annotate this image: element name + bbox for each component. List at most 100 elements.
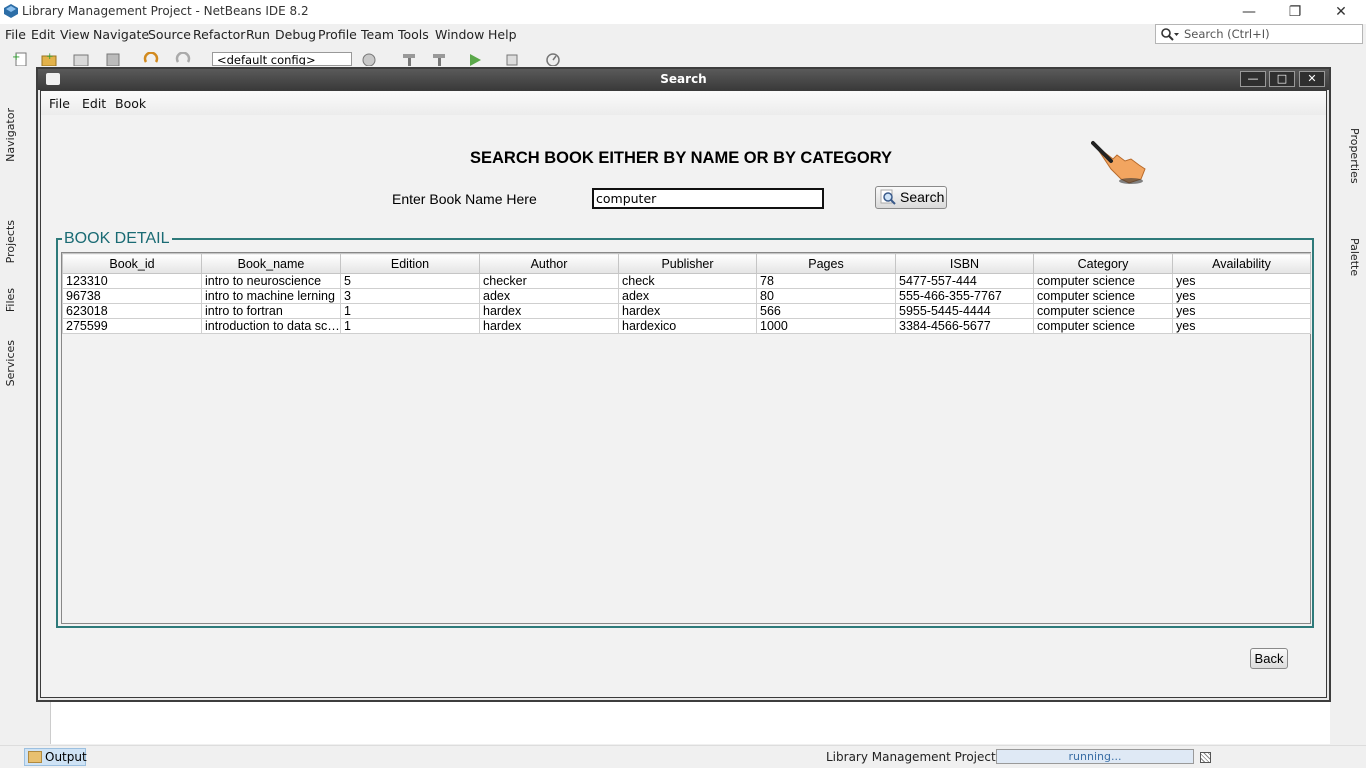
menu-run[interactable]: Run xyxy=(246,27,270,42)
table-cell[interactable]: adex xyxy=(618,288,757,304)
column-header[interactable]: Availability xyxy=(1172,253,1311,274)
table-cell[interactable]: 1 xyxy=(340,318,480,334)
menu-source[interactable]: Source xyxy=(148,27,191,42)
table-cell[interactable]: checker xyxy=(479,273,619,289)
table-cell[interactable]: introduction to data sci... xyxy=(201,318,341,334)
restore-button[interactable]: ❐ xyxy=(1272,2,1318,22)
config-select[interactable]: <default config> xyxy=(212,52,352,66)
table-cell[interactable]: computer science xyxy=(1033,303,1173,319)
ide-search-input[interactable]: Search (Ctrl+I) xyxy=(1155,24,1363,44)
menu-window[interactable]: Window xyxy=(435,27,484,42)
book-name-input[interactable] xyxy=(592,188,824,209)
table-cell[interactable]: 80 xyxy=(756,288,896,304)
dialog-menu-file[interactable]: File xyxy=(49,96,70,111)
clean-build-icon[interactable] xyxy=(430,52,448,66)
column-header[interactable]: Category xyxy=(1033,253,1173,274)
services-tab[interactable]: Services xyxy=(4,340,17,386)
table-cell[interactable]: 1 xyxy=(340,303,480,319)
menu-edit[interactable]: Edit xyxy=(31,27,55,42)
table-cell[interactable]: 623018 xyxy=(62,303,202,319)
back-button[interactable]: Back xyxy=(1250,648,1288,669)
progress-bar: running... xyxy=(996,749,1194,764)
table-cell[interactable]: yes xyxy=(1172,318,1311,334)
projects-tab[interactable]: Projects xyxy=(4,220,17,263)
menu-refactor[interactable]: Refactor xyxy=(193,27,245,42)
table-cell[interactable]: hardex xyxy=(479,318,619,334)
open-project-icon[interactable] xyxy=(72,52,90,66)
table-cell[interactable]: computer science xyxy=(1033,318,1173,334)
table-cell[interactable]: 5 xyxy=(340,273,480,289)
column-header[interactable]: Publisher xyxy=(618,253,757,274)
table-cell[interactable]: hardex xyxy=(618,303,757,319)
table-cell[interactable]: 566 xyxy=(756,303,896,319)
navigator-tab[interactable]: Navigator xyxy=(4,108,17,162)
table-cell[interactable]: intro to machine lerning xyxy=(201,288,341,304)
column-header[interactable]: Edition xyxy=(340,253,480,274)
dialog-maximize-button[interactable]: □ xyxy=(1269,71,1295,87)
column-header[interactable]: Pages xyxy=(756,253,896,274)
build-hammer-icon[interactable] xyxy=(400,52,418,66)
menu-debug[interactable]: Debug xyxy=(275,27,316,42)
menu-help[interactable]: Help xyxy=(488,27,517,42)
new-project-icon[interactable]: + xyxy=(40,52,58,66)
palette-tab[interactable]: Palette xyxy=(1348,238,1361,276)
menu-team[interactable]: Team xyxy=(361,27,394,42)
table-cell[interactable]: 1000 xyxy=(756,318,896,334)
menu-profile[interactable]: Profile xyxy=(318,27,357,42)
dialog-menu-book[interactable]: Book xyxy=(115,96,146,111)
globe-icon[interactable] xyxy=(360,52,378,66)
table-cell[interactable]: yes xyxy=(1172,303,1311,319)
table-cell[interactable]: hardex xyxy=(479,303,619,319)
table-row[interactable]: 123310 intro to neuroscience 5 checker c… xyxy=(62,273,1311,289)
undo-icon[interactable] xyxy=(142,52,160,66)
menu-file[interactable]: File xyxy=(5,27,26,42)
stop-process-icon[interactable] xyxy=(1200,752,1211,763)
table-cell[interactable]: 3384-4566-5677 xyxy=(895,318,1034,334)
save-all-icon[interactable] xyxy=(104,52,122,66)
close-button[interactable]: ✕ xyxy=(1318,2,1364,22)
profile-icon[interactable] xyxy=(544,52,562,66)
table-row[interactable]: 623018 intro to fortran 1 hardex hardex … xyxy=(62,303,1311,319)
table-row[interactable]: 96738 intro to machine lerning 3 adex ad… xyxy=(62,288,1311,304)
table-cell[interactable]: 275599 xyxy=(62,318,202,334)
dialog-close-button[interactable]: ✕ xyxy=(1299,71,1325,87)
debug-icon[interactable] xyxy=(504,52,522,66)
table-cell[interactable]: 5477-557-444 xyxy=(895,273,1034,289)
dialog-minimize-button[interactable]: — xyxy=(1240,71,1266,87)
column-header[interactable]: Author xyxy=(479,253,619,274)
table-cell[interactable]: yes xyxy=(1172,273,1311,289)
column-header[interactable]: ISBN xyxy=(895,253,1034,274)
column-header[interactable]: Book_name xyxy=(201,253,341,274)
table-cell[interactable]: computer science xyxy=(1033,273,1173,289)
menu-navigate[interactable]: Navigate xyxy=(93,27,149,42)
table-row[interactable]: 275599 introduction to data sci... 1 har… xyxy=(62,318,1311,334)
minimize-button[interactable]: — xyxy=(1226,2,1272,22)
search-button[interactable]: Search xyxy=(875,186,947,209)
table-cell[interactable]: 96738 xyxy=(62,288,202,304)
table-cell[interactable]: yes xyxy=(1172,288,1311,304)
redo-icon[interactable] xyxy=(174,52,192,66)
table-cell[interactable]: adex xyxy=(479,288,619,304)
new-file-icon[interactable]: + xyxy=(12,52,30,66)
search-button-label: Search xyxy=(900,189,945,205)
table-cell[interactable]: 5955-5445-4444 xyxy=(895,303,1034,319)
table-cell[interactable]: intro to neuroscience xyxy=(201,273,341,289)
table-cell[interactable]: 555-466-355-7767 xyxy=(895,288,1034,304)
table-cell[interactable]: hardexico xyxy=(618,318,757,334)
table-cell[interactable]: check xyxy=(618,273,757,289)
table-cell[interactable]: 3 xyxy=(340,288,480,304)
column-header[interactable]: Book_id xyxy=(62,253,202,274)
menu-tools[interactable]: Tools xyxy=(398,27,429,42)
files-tab[interactable]: Files xyxy=(4,288,17,312)
table-cell[interactable]: computer science xyxy=(1033,288,1173,304)
dialog-menubar: File Edit Book xyxy=(41,91,1326,115)
menu-view[interactable]: View xyxy=(60,27,90,42)
output-tab[interactable]: Output xyxy=(24,748,87,766)
run-icon[interactable] xyxy=(466,52,484,66)
properties-tab[interactable]: Properties xyxy=(1348,128,1361,184)
table-cell[interactable]: intro to fortran xyxy=(201,303,341,319)
table-cell[interactable]: 78 xyxy=(756,273,896,289)
dialog-menu-edit[interactable]: Edit xyxy=(82,96,106,111)
ide-window-title: Library Management Project - NetBeans ID… xyxy=(22,4,309,18)
table-cell[interactable]: 123310 xyxy=(62,273,202,289)
